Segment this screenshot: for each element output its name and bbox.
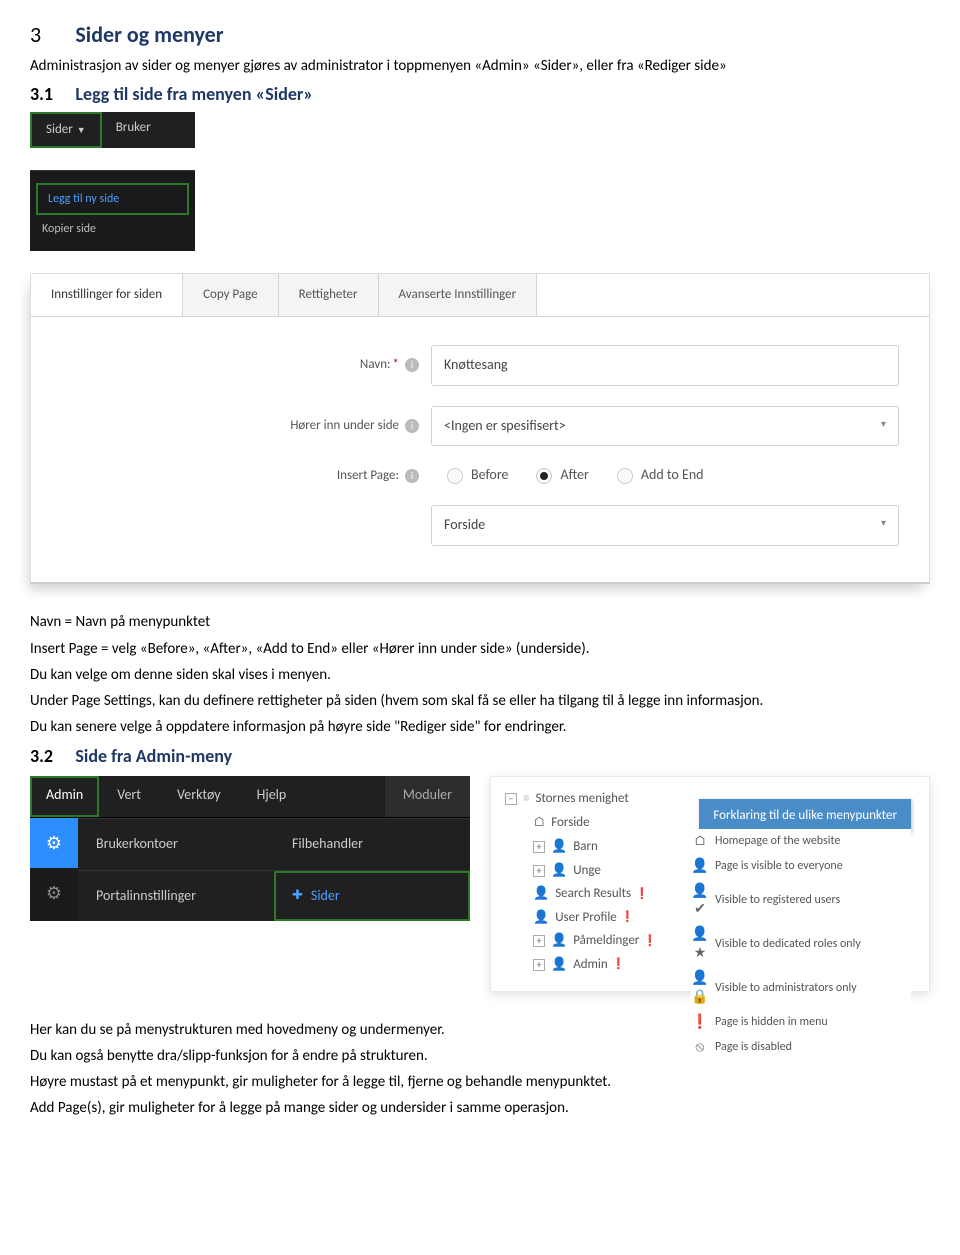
gear-icon: ⚙ <box>46 881 62 905</box>
warn-icon: ❗ <box>621 910 635 925</box>
legend-roles: Visible to dedicated roles only <box>715 936 861 952</box>
dropdown-legg-til-ny-side[interactable]: Legg til ny side <box>36 183 189 215</box>
legend: ⌂ Homepage of the website 👤 Page is visibl… <box>691 829 911 1060</box>
disabled-icon: ⦸ <box>691 1038 709 1057</box>
foot-para-3: Høyre mustast på et menypunkt, gir mulig… <box>30 1072 930 1092</box>
heading-side-fra-admin: 3.2 Side fra Admin-meny <box>30 744 930 768</box>
para-vises-i-menyen: Du kan velge om denne siden skal vises i… <box>30 665 930 685</box>
info-icon[interactable]: i <box>405 469 419 483</box>
label-insert-page: Insert Page:i <box>31 467 431 485</box>
tab-innstillinger[interactable]: Innstillinger for siden <box>31 274 183 316</box>
warn-icon: ❗ <box>612 957 626 972</box>
menu-portalinnstillinger[interactable]: Portalinnstillinger <box>78 871 274 922</box>
person-lock-icon: 👤 <box>551 956 567 974</box>
chevron-down-icon: ▼ <box>77 125 86 136</box>
para-rettigheter: Under Page Settings, kan du definere ret… <box>30 691 930 711</box>
heading-num: 3 <box>30 20 72 50</box>
legend-homepage: Homepage of the website <box>715 833 840 849</box>
select-under-side[interactable]: <Ingen er spesifisert> <box>431 406 899 447</box>
tab-rettigheter[interactable]: Rettigheter <box>279 274 379 316</box>
menu-item-sider[interactable]: Sider▼ <box>30 112 102 148</box>
home-icon: ⌂ <box>691 832 709 851</box>
menu-brukerkontoer[interactable]: Brukerkontoer <box>78 819 274 870</box>
para-navn: Navn = Navn på menypunktet <box>30 612 930 632</box>
page-settings-panel: Innstillinger for siden Copy Page Rettig… <box>30 273 930 584</box>
label-navn: Navn:*i <box>31 356 431 374</box>
expand-icon[interactable]: + <box>533 865 545 877</box>
person-star-icon: 👤★ <box>691 925 709 963</box>
gear-icon: ⚙ <box>46 831 62 855</box>
side-btn-gear[interactable]: ⚙ <box>30 868 78 918</box>
legend-registered: Visible to registered users <box>715 892 840 908</box>
info-icon[interactable]: i <box>405 419 419 433</box>
heading2b-text: Side fra Admin-meny <box>75 744 232 768</box>
menu-vert[interactable]: Vert <box>99 776 159 817</box>
warn-icon: ❗ <box>635 887 649 902</box>
drag-icon: ≡ <box>523 790 529 808</box>
plus-icon: ✚ <box>292 887 303 905</box>
page-tree-panel: Forklaring til de ulike menypunkter − ≡ … <box>490 776 930 992</box>
menu-filbehandler[interactable]: Filbehandler <box>274 819 470 870</box>
tab-avanserte[interactable]: Avanserte Innstillinger <box>379 274 538 316</box>
insert-page-radio-group: Before After Add to End <box>431 466 899 485</box>
menu-admin[interactable]: Admin <box>30 776 99 817</box>
side-btn-gear-active[interactable]: ⚙ <box>30 818 78 868</box>
input-navn[interactable]: Knøttesang <box>431 345 899 386</box>
heading2b-num: 3.2 <box>30 744 72 768</box>
legend-admins: Visible to administrators only <box>715 980 857 996</box>
expand-icon[interactable]: + <box>533 841 545 853</box>
person-icon: 👤 <box>551 838 567 856</box>
radio-before[interactable]: Before <box>447 466 508 485</box>
menu-verktoy[interactable]: Verktøy <box>159 776 239 817</box>
heading-legg-til-side: 3.1 Legg til side fra menyen «Sider» <box>30 82 930 106</box>
person-icon: 👤 <box>551 862 567 880</box>
collapse-icon[interactable]: − <box>505 793 517 805</box>
select-forside[interactable]: Forside <box>431 505 899 546</box>
warn-icon: ❗ <box>643 934 657 949</box>
dropdown-kopier-side[interactable]: Kopier side <box>30 217 195 241</box>
legend-disabled: Page is disabled <box>715 1039 792 1055</box>
explanation-banner: Forklaring til de ulike menypunkter <box>699 799 911 833</box>
foot-para-4: Add Page(s), gir muligheter for å legge … <box>30 1098 930 1118</box>
person-icon: 👤 <box>533 909 549 927</box>
heading-sider-og-menyer: 3 Sider og menyer <box>30 20 930 50</box>
para-insert-page: Insert Page = velg «Before», «After», «A… <box>30 639 930 659</box>
person-check-icon: 👤✔ <box>691 882 709 920</box>
person-icon: 👤 <box>691 857 709 876</box>
menu-sider[interactable]: ✚Sider <box>274 871 470 922</box>
info-icon[interactable]: i <box>405 358 419 372</box>
expand-icon[interactable]: + <box>533 959 545 971</box>
sider-dropdown: Legg til ny side Kopier side <box>30 170 195 251</box>
menu-item-bruker[interactable]: Bruker <box>102 112 165 148</box>
heading2a-num: 3.1 <box>30 82 72 106</box>
legend-hidden: Page is hidden in menu <box>715 1014 828 1030</box>
radio-add-to-end[interactable]: Add to End <box>617 466 704 485</box>
legend-visible-everyone: Page is visible to everyone <box>715 858 843 874</box>
admin-menu-panel: Admin Vert Verktøy Hjelp Moduler ⚙ ⚙ Bru… <box>30 776 470 922</box>
settings-tabs: Innstillinger for siden Copy Page Rettig… <box>31 274 929 317</box>
person-lock-icon: 👤 <box>551 932 567 950</box>
heading2a-text: Legg til side fra menyen «Sider» <box>75 82 313 106</box>
person-lock-icon: 👤🔒 <box>691 969 709 1007</box>
menu-moduler[interactable]: Moduler <box>385 776 470 817</box>
intro-paragraph: Administrasjon av sider og menyer gjøres… <box>30 56 930 76</box>
radio-after[interactable]: After <box>536 466 588 485</box>
person-icon: 👤 <box>533 885 549 903</box>
label-under-side: Hører inn under sidei <box>31 417 431 435</box>
para-rediger-side: Du kan senere velge å oppdatere informas… <box>30 717 930 737</box>
menu-hjelp[interactable]: Hjelp <box>239 776 305 817</box>
heading-text: Sider og menyer <box>75 20 223 50</box>
hidden-icon: ❗ <box>691 1013 709 1032</box>
tab-copy-page[interactable]: Copy Page <box>183 274 279 316</box>
home-icon: ⌂ <box>533 813 545 832</box>
expand-icon[interactable]: + <box>533 935 545 947</box>
top-menu-small: Sider▼ Bruker <box>30 112 195 148</box>
